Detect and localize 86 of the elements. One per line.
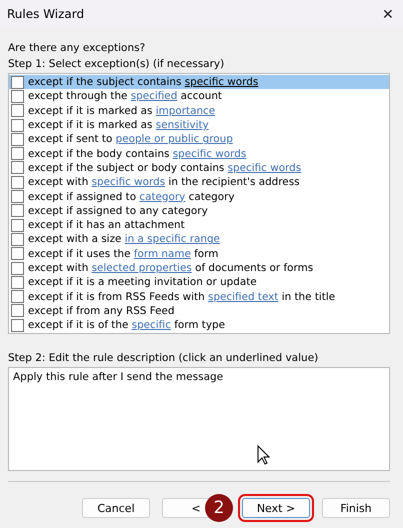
checkbox[interactable]	[11, 147, 24, 160]
link[interactable]: people or public group	[116, 133, 233, 146]
exception-row[interactable]: except if it is marked as importance	[9, 104, 389, 118]
exception-row[interactable]: except if it is from RSS Feeds with specified text in the title	[9, 289, 389, 304]
exception-text: except if the body contains	[28, 148, 170, 160]
exception-row[interactable]: except if it has an attachment	[9, 218, 389, 232]
checkbox[interactable]	[11, 276, 24, 289]
exception-row[interactable]: except if the subject or body contains specific words	[9, 160, 389, 176]
exception-text: except with a size	[28, 233, 122, 246]
exception-text: except if it has an attachment	[28, 219, 185, 232]
exception-row[interactable]: except with a size in a specific range	[9, 232, 389, 247]
exception-text: in the recipient's address	[167, 176, 300, 188]
checkbox[interactable]	[11, 218, 24, 232]
checkbox[interactable]	[11, 318, 24, 332]
exception-row[interactable]: except if assigned to any category	[9, 204, 389, 218]
exception-text: except with	[28, 262, 90, 274]
exception-row[interactable]: except if it is a meeting invitation or update	[9, 275, 389, 290]
link[interactable]: sensitivity	[156, 119, 209, 132]
link[interactable]: specific words	[228, 162, 302, 174]
exception-row[interactable]: except if from any RSS Feed	[9, 304, 389, 318]
checkbox[interactable]	[11, 161, 24, 174]
exception-row[interactable]: except if it is marked as sensitivity	[9, 118, 389, 132]
step-label: Step 1: Select exception(s) (if necessary)	[8, 57, 226, 71]
checkbox[interactable]	[11, 104, 24, 118]
step-number-overlay: 2	[205, 494, 233, 522]
exception-row[interactable]: except with selected properties of documents or forms	[9, 260, 389, 276]
checkbox[interactable]	[11, 247, 24, 260]
exception-text: account	[180, 90, 222, 102]
exception-text: except if it is marked as	[28, 104, 154, 117]
checkbox[interactable]	[11, 232, 24, 246]
exception-text: except if it is from RSS Feeds with	[28, 290, 206, 303]
exception-text: except with	[28, 176, 90, 188]
link[interactable]: specific words	[184, 76, 258, 88]
wizard-button[interactable]: Finish	[322, 498, 390, 518]
checkbox[interactable]	[11, 76, 24, 89]
exception-text: except if from any RSS Feed	[28, 304, 174, 317]
exception-text: in the title	[280, 290, 336, 303]
link[interactable]: selected properties	[92, 262, 192, 274]
wizard-button[interactable]: Cancel	[82, 498, 150, 518]
checkbox[interactable]	[11, 190, 24, 204]
checkbox[interactable]	[11, 118, 24, 132]
link[interactable]: in a specific range	[124, 233, 220, 246]
exception-text: of documents or forms	[194, 262, 314, 274]
exception-text: except if it is of the	[28, 319, 130, 332]
exception-row[interactable]: except if the subject contains specific words	[9, 75, 389, 90]
window-title: Rules Wizard	[7, 7, 84, 21]
checkbox[interactable]	[11, 90, 24, 103]
mouse-cursor-icon	[257, 445, 270, 465]
exception-row[interactable]: except if it uses the form name form	[9, 246, 389, 261]
exception-text: category	[188, 190, 235, 203]
exception-row[interactable]: except if the body contains specific words	[9, 146, 389, 161]
step-label: Step 2: Edit the rule description (click an underlined value)	[8, 351, 320, 365]
exception-row[interactable]: except through the specified account	[9, 89, 389, 104]
checkbox[interactable]	[11, 290, 24, 304]
exception-text: except if it is a meeting invitation or update	[28, 276, 257, 288]
link[interactable]: specific words	[172, 148, 246, 160]
checkbox[interactable]	[11, 262, 24, 274]
checkbox[interactable]	[11, 304, 24, 318]
link[interactable]: specified	[130, 90, 178, 102]
checkbox[interactable]	[11, 132, 24, 146]
exception-text: form	[193, 248, 218, 260]
close-button[interactable]: ✕	[373, 0, 403, 28]
exception-text: except if assigned to	[28, 190, 138, 203]
checkbox[interactable]	[11, 204, 24, 218]
link[interactable]: specified text	[208, 290, 278, 303]
checkbox[interactable]	[11, 176, 24, 189]
link[interactable]: form name	[134, 248, 191, 260]
question-text: Are there any exceptions?	[8, 41, 146, 55]
exception-row[interactable]: except with specific words in the recipient's address	[9, 175, 389, 190]
link[interactable]: category	[139, 190, 186, 203]
link[interactable]: importance	[156, 104, 216, 117]
description-box[interactable]: Apply this rule after I send the message	[8, 367, 390, 471]
exception-text: except if assigned to any category	[28, 204, 208, 217]
exception-text: except if sent to	[28, 133, 114, 146]
exception-text: except through the	[28, 90, 128, 102]
exception-text: form type	[173, 319, 225, 332]
link[interactable]: specific	[132, 319, 171, 332]
exception-row[interactable]: except if assigned to category category	[9, 189, 389, 204]
exception-row[interactable]: except if sent to people or public group	[9, 132, 389, 146]
exception-row[interactable]: except if it is of the specific form type	[9, 318, 389, 332]
link[interactable]: specific words	[92, 176, 166, 188]
exception-text: except if it uses the	[28, 248, 132, 260]
description-text: Apply this rule after I send the message	[13, 371, 224, 383]
exception-text: except if the subject contains	[28, 76, 182, 88]
exception-text: except if the subject or body contains	[28, 162, 226, 174]
exception-text: except if it is marked as	[28, 119, 154, 132]
